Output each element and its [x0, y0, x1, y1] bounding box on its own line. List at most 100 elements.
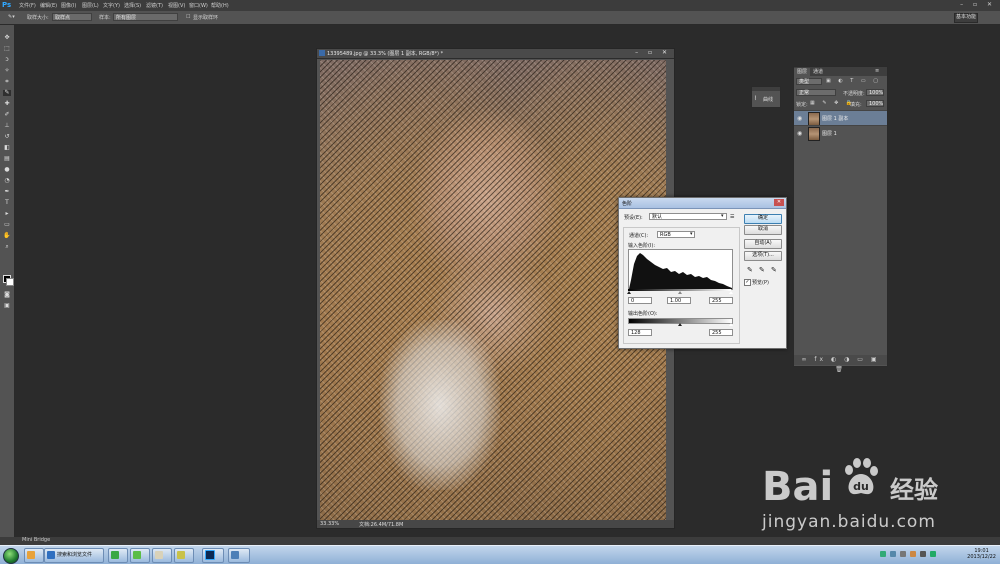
output-black-field[interactable]: 128: [628, 329, 652, 336]
input-white-slider[interactable]: [729, 291, 733, 294]
path-select-icon[interactable]: ▸: [3, 211, 11, 217]
menu-type[interactable]: 文字(Y): [103, 2, 120, 9]
output-white-field[interactable]: 255: [709, 329, 733, 336]
eyedropper-icon[interactable]: ✎: [3, 90, 11, 96]
visibility-eye-icon[interactable]: ◉: [797, 115, 802, 122]
menu-select[interactable]: 选择(S): [124, 2, 141, 9]
zoom-tool-icon[interactable]: ⌕: [3, 244, 11, 250]
hand-tool-icon[interactable]: ✋: [3, 233, 11, 239]
workspace-button[interactable]: 基本功能: [954, 13, 978, 23]
taskbar-item-search[interactable]: 搜索和浏览文件: [44, 548, 104, 563]
ok-button[interactable]: 确定: [744, 214, 782, 224]
input-gamma-field[interactable]: 1.00: [667, 297, 691, 304]
sample-size-select[interactable]: 取样点: [52, 13, 92, 21]
input-black-slider[interactable]: [627, 291, 631, 294]
marquee-tool-icon[interactable]: ⬚: [3, 46, 11, 52]
taskbar-app-icon[interactable]: [174, 548, 194, 563]
output-black-slider[interactable]: [678, 323, 682, 326]
document-titlebar[interactable]: 13395489.jpg @ 33.3% (图层 1 副本, RGB/8*) *…: [317, 49, 674, 59]
layers-footer-icons[interactable]: ∞ fx ◐ ◑ ▭ ▣ 🗑: [794, 355, 887, 373]
tray-icon[interactable]: [890, 551, 896, 557]
input-black-field[interactable]: 0: [628, 297, 652, 304]
crop-tool-icon[interactable]: ⌗: [3, 79, 11, 85]
curves-icon[interactable]: ⌇: [754, 95, 757, 102]
filter-icons[interactable]: ▣ ◐ T ▭ ▢: [826, 78, 881, 84]
taskbar-photoshop[interactable]: [202, 548, 224, 563]
eyedropper-tool-icon[interactable]: ✎▾: [8, 14, 15, 20]
menu-file[interactable]: 文件(F): [19, 2, 36, 9]
brush-tool-icon[interactable]: ✐: [3, 112, 11, 118]
history-brush-icon[interactable]: ↺: [3, 134, 11, 140]
shape-tool-icon[interactable]: ▭: [3, 222, 11, 228]
preset-dropdown-icon[interactable]: ▾: [721, 213, 724, 219]
menu-window[interactable]: 窗口(W): [189, 2, 208, 9]
close-icon[interactable]: ✕: [774, 199, 784, 206]
move-tool-icon[interactable]: ✥: [3, 35, 11, 41]
taskbar-app-icon[interactable]: [108, 548, 128, 563]
levels-titlebar[interactable]: 色阶 ✕: [619, 198, 786, 209]
panel-menu-icon[interactable]: ≡: [872, 68, 882, 74]
gradient-tool-icon[interactable]: ▤: [3, 156, 11, 162]
mini-bridge-tab[interactable]: Mini Bridge: [22, 537, 50, 543]
type-tool-icon[interactable]: T: [3, 200, 11, 206]
mini-panel-header[interactable]: [752, 87, 780, 91]
auto-button[interactable]: 自动(A): [744, 239, 782, 249]
tray-icon[interactable]: [900, 551, 906, 557]
menu-view[interactable]: 视图(V): [168, 2, 185, 9]
black-eyedropper-icon[interactable]: ✎: [747, 266, 753, 274]
input-gamma-slider[interactable]: [678, 291, 682, 294]
quick-mask-icon[interactable]: ◙: [3, 292, 11, 298]
output-white-slider[interactable]: [729, 323, 733, 326]
kind-filter-select[interactable]: 类型: [796, 78, 822, 85]
tray-icon[interactable]: [930, 551, 936, 557]
show-ring-checkbox[interactable]: ☐: [186, 14, 190, 20]
cancel-button[interactable]: 取消: [744, 225, 782, 235]
lasso-tool-icon[interactable]: ↄ: [3, 57, 11, 63]
healing-brush-icon[interactable]: ✚: [3, 101, 11, 107]
document-window-controls[interactable]: – ▫ ✕: [635, 49, 671, 56]
menu-filter[interactable]: 滤镜(T): [146, 2, 163, 9]
image-canvas[interactable]: [320, 60, 666, 521]
preview-checkbox[interactable]: ✓: [744, 279, 751, 286]
taskbar-app-icon[interactable]: [228, 548, 250, 563]
quick-select-tool-icon[interactable]: ✧: [3, 68, 11, 74]
pen-tool-icon[interactable]: ✒: [3, 189, 11, 195]
window-controls[interactable]: – ▫ ✕: [960, 1, 996, 8]
menu-layer[interactable]: 图层(L): [82, 2, 99, 9]
tray-icon[interactable]: [880, 551, 886, 557]
preset-menu-icon[interactable]: ☰: [730, 214, 734, 220]
menu-edit[interactable]: 编辑(E): [40, 2, 57, 9]
blur-tool-icon[interactable]: ●: [3, 167, 11, 173]
screen-mode-icon[interactable]: ▣: [3, 303, 11, 309]
input-white-field[interactable]: 255: [709, 297, 733, 304]
sample-select[interactable]: 所有图层: [113, 13, 178, 21]
layer-row-1-copy[interactable]: ◉ 图层 1 副本: [794, 110, 887, 126]
adjustments-mini-panel[interactable]: ⌇ 曲线: [751, 86, 781, 108]
gray-eyedropper-icon[interactable]: ✎: [759, 266, 765, 274]
taskbar-app-icon[interactable]: [130, 548, 150, 563]
tab-layers[interactable]: 图层: [794, 68, 811, 76]
zoom-level[interactable]: 33.33%: [320, 521, 339, 527]
taskbar-clock[interactable]: 19:01 2013/12/22: [967, 548, 996, 560]
options-button[interactable]: 选项(T)...: [744, 251, 782, 261]
taskbar-app-icon[interactable]: [152, 548, 172, 563]
document-size[interactable]: 文档:26.4M/71.8M: [359, 521, 403, 528]
background-color-swatch[interactable]: [6, 278, 14, 286]
tab-channels[interactable]: 通道: [810, 68, 826, 75]
dodge-tool-icon[interactable]: ◔: [3, 178, 11, 184]
lock-icons[interactable]: ▦ ✎ ✥ 🔒: [810, 100, 855, 106]
channel-dropdown-icon[interactable]: ▾: [690, 231, 693, 237]
menu-image[interactable]: 图像(I): [61, 2, 76, 9]
tray-icon[interactable]: [910, 551, 916, 557]
opacity-field[interactable]: 100%: [866, 89, 884, 96]
preset-select[interactable]: 默认: [649, 213, 727, 220]
visibility-eye-icon[interactable]: ◉: [797, 130, 802, 137]
tray-icon[interactable]: [920, 551, 926, 557]
start-button[interactable]: [3, 548, 19, 564]
white-eyedropper-icon[interactable]: ✎: [771, 266, 777, 274]
clone-stamp-icon[interactable]: ⊥: [3, 123, 11, 129]
blend-mode-select[interactable]: 正常: [796, 89, 836, 96]
menu-help[interactable]: 帮助(H): [211, 2, 229, 9]
taskbar-app-icon[interactable]: [24, 548, 44, 563]
fill-field[interactable]: 100%: [866, 100, 884, 107]
